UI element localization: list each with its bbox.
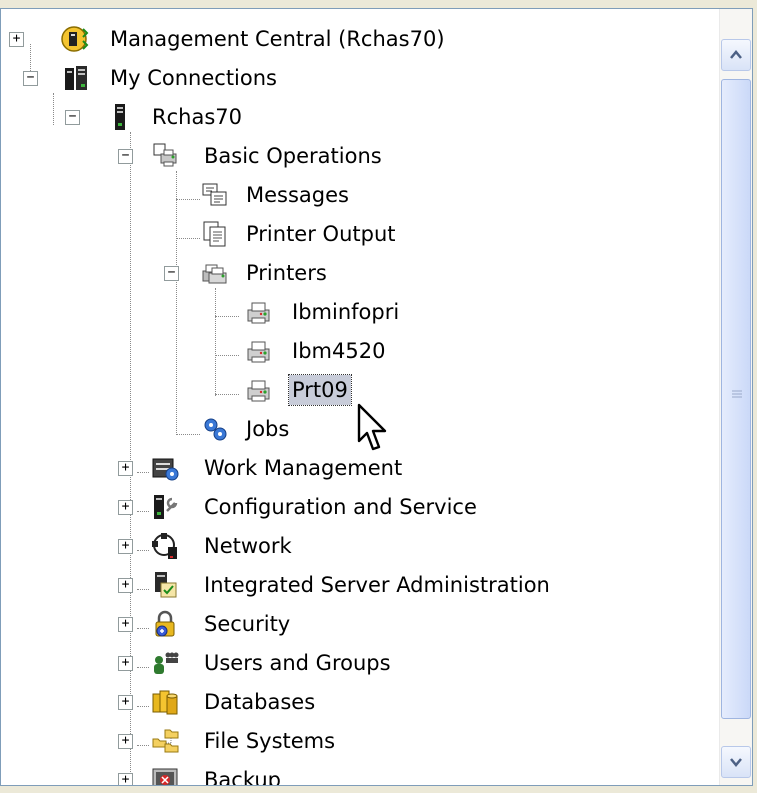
basic-operations-icon	[153, 143, 177, 167]
integrated-server-icon	[155, 572, 177, 598]
tree-node-label: Printer Output	[246, 222, 396, 246]
work-management-icon	[152, 458, 179, 481]
collapse-button[interactable]: −	[164, 266, 179, 281]
collapse-button[interactable]: −	[118, 149, 133, 164]
configuration-icon	[154, 495, 178, 519]
tree-node-label: Management Central (Rchas70)	[110, 27, 445, 51]
tree-node-databases[interactable]: + Databases	[1, 685, 752, 721]
tree-node-management-central[interactable]: + Management Central (Rchas70)	[1, 22, 752, 58]
tree-node-label: Databases	[204, 690, 316, 714]
scroll-down-button[interactable]	[721, 746, 751, 778]
tree-node-label: Integrated Server Administration	[204, 573, 550, 597]
expand-button[interactable]: +	[118, 500, 133, 515]
tree-node-work-management[interactable]: + Work Management	[1, 451, 752, 487]
collapse-button[interactable]: −	[65, 110, 80, 125]
scroll-thumb[interactable]	[721, 79, 751, 719]
tree-node-printers[interactable]: − Printers	[1, 256, 752, 292]
tree-node-label: Configuration and Service	[204, 495, 477, 519]
network-icon	[152, 533, 177, 559]
server-icon	[115, 104, 125, 130]
users-groups-icon	[154, 652, 179, 674]
tree-node-label: Ibminfopri	[292, 300, 400, 324]
expand-button[interactable]: +	[118, 539, 133, 554]
tree-node-label: Work Management	[204, 456, 403, 480]
printer-icon	[247, 380, 270, 402]
vertical-scrollbar[interactable]	[719, 9, 752, 785]
tree-node-label: Network	[204, 534, 292, 558]
tree-node-label: Users and Groups	[204, 651, 391, 675]
printer-icon	[247, 341, 270, 363]
expand-button[interactable]: +	[118, 656, 133, 671]
tree-node-printer-output[interactable]: Printer Output	[1, 217, 752, 253]
expand-button[interactable]: +	[118, 734, 133, 749]
tree-node-label: Ibm4520	[292, 339, 386, 363]
tree-node-label-selected: Prt09	[288, 374, 352, 406]
jobs-icon	[204, 418, 227, 441]
expand-button[interactable]: +	[118, 695, 133, 710]
tree-node-label: Jobs	[246, 417, 290, 441]
tree-node-ibm4520[interactable]: Ibm4520	[1, 334, 752, 370]
tree-node-messages[interactable]: Messages	[1, 178, 752, 214]
expand-button[interactable]: +	[118, 578, 133, 593]
tree-node-label: Printers	[246, 261, 327, 285]
tree-node-label: Basic Operations	[204, 144, 382, 168]
tree-node-configuration-and-service[interactable]: + Configuration and Service	[1, 490, 752, 526]
tree-node-integrated-server-administration[interactable]: + Integrated Server Administration	[1, 568, 752, 604]
tree-node-rchas70[interactable]: − Rchas70	[1, 100, 752, 136]
tree-node-users-and-groups[interactable]: + Users and Groups	[1, 646, 752, 682]
expand-button[interactable]: +	[118, 461, 133, 476]
printers-icon	[202, 264, 227, 284]
collapse-button[interactable]: −	[23, 71, 38, 86]
printer-icon	[247, 302, 270, 324]
tree-node-file-systems[interactable]: + File Systems	[1, 724, 752, 760]
tree-node-my-connections[interactable]: − My Connections	[1, 61, 752, 97]
scroll-down-arrow-icon	[730, 758, 742, 767]
connections-icon	[65, 66, 87, 90]
tree-node-label: Rchas70	[152, 105, 242, 129]
scroll-up-button[interactable]	[721, 39, 751, 71]
tree-node-security[interactable]: + Security	[1, 607, 752, 643]
tree-node-label: Backup	[204, 768, 281, 786]
tree-node-basic-operations[interactable]: − Basic Operations	[1, 139, 752, 175]
printer-output-icon	[203, 221, 226, 247]
databases-icon	[152, 690, 178, 715]
tree-node-label: File Systems	[204, 729, 336, 753]
tree-node-label: Security	[204, 612, 291, 636]
management-central-icon	[61, 26, 89, 52]
scroll-up-arrow-icon	[730, 50, 742, 59]
expand-button[interactable]: +	[9, 32, 24, 47]
tree-node-ibminfopri[interactable]: Ibminfopri	[1, 295, 752, 331]
security-icon	[155, 610, 175, 637]
tree-node-label: Messages	[246, 183, 349, 207]
navigation-tree-panel[interactable]: + Management Central (Rchas70) − My Conn…	[0, 8, 753, 786]
expand-button[interactable]: +	[118, 773, 133, 785]
expand-button[interactable]: +	[118, 617, 133, 632]
messages-icon	[202, 183, 227, 206]
mouse-cursor-icon	[357, 403, 387, 451]
tree-node-backup[interactable]: + Backup	[1, 763, 752, 786]
backup-icon	[152, 768, 178, 785]
file-systems-icon	[152, 729, 179, 753]
scroll-grip-icon	[732, 390, 742, 398]
tree-node-network[interactable]: + Network	[1, 529, 752, 565]
tree-node-label: My Connections	[110, 66, 277, 90]
